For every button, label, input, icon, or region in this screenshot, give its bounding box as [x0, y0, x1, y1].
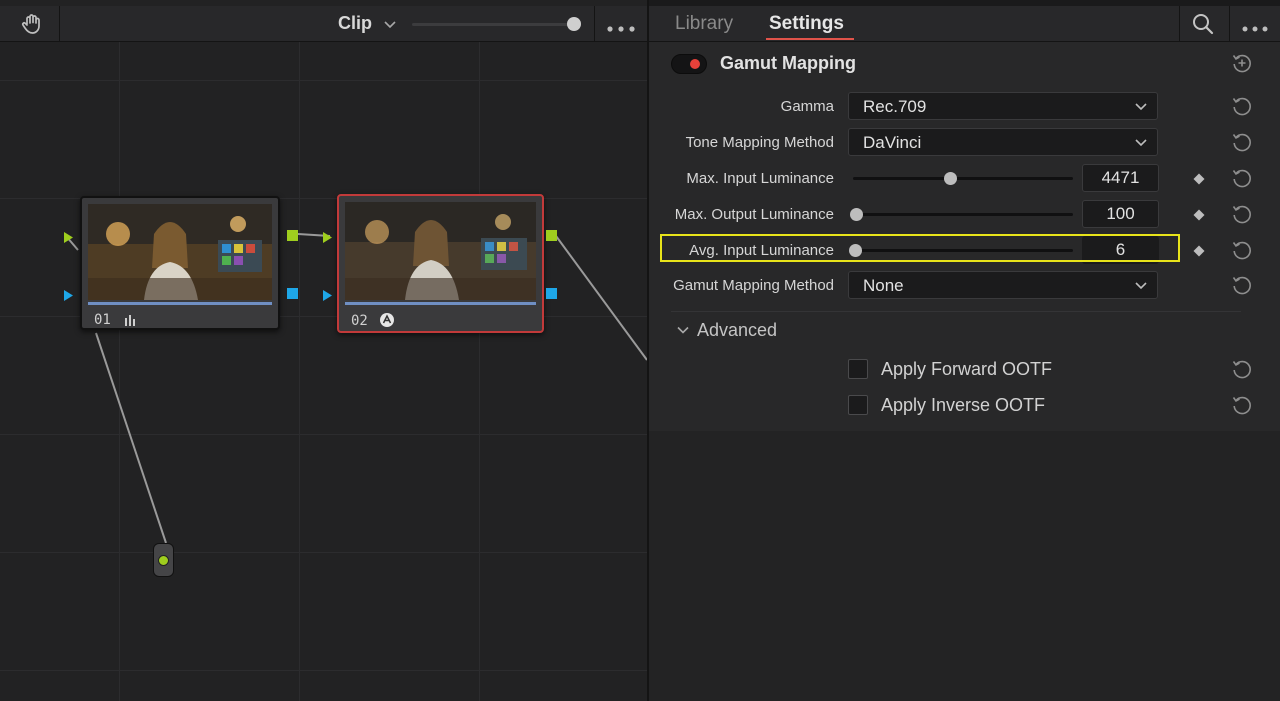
- gamut-mapping-method-value: None: [863, 276, 904, 295]
- reset-icon[interactable]: [1231, 167, 1253, 189]
- reset-icon[interactable]: [1231, 394, 1253, 416]
- tab-library[interactable]: Library: [675, 13, 733, 35]
- gamut-mapping-method-dropdown[interactable]: None: [848, 271, 1158, 299]
- add-keyframe-reset-icon[interactable]: [1231, 52, 1253, 74]
- keyframe-diamond-icon[interactable]: [1193, 244, 1205, 257]
- rgb-input-port[interactable]: [322, 230, 333, 243]
- grid-line: [0, 552, 647, 553]
- apply-forward-ootf-checkbox[interactable]: [848, 359, 868, 379]
- apply-inverse-ootf-checkbox[interactable]: [848, 395, 868, 415]
- toggle-indicator: [690, 59, 700, 69]
- grid-line: [0, 670, 647, 671]
- divider: [671, 311, 1241, 312]
- slider-handle[interactable]: [944, 172, 957, 185]
- toolbar-separator: [594, 6, 595, 42]
- tone-mapping-label: Tone Mapping Method: [685, 134, 834, 151]
- max-output-luminance-field[interactable]: 100: [1082, 200, 1159, 228]
- zoom-slider-track[interactable]: [412, 23, 580, 26]
- empty-inspector-area: [649, 431, 1280, 701]
- hand-tool-icon[interactable]: [20, 11, 46, 37]
- slider-handle[interactable]: [849, 244, 862, 257]
- gamut-mapping-method-label: Gamut Mapping Method: [673, 277, 834, 294]
- node-thumbnail: [345, 202, 536, 300]
- header-separator: [1229, 6, 1230, 42]
- reset-icon[interactable]: [1231, 274, 1253, 296]
- header-separator: [1179, 6, 1180, 42]
- rgb-output-port[interactable]: [287, 228, 298, 241]
- alpha-output-port[interactable]: [546, 286, 557, 299]
- more-options-icon[interactable]: [606, 20, 636, 32]
- gamma-value: Rec.709: [863, 97, 927, 116]
- keyframe-diamond-icon[interactable]: [1193, 172, 1205, 185]
- reset-icon[interactable]: [1231, 358, 1253, 380]
- node-number: 02: [351, 313, 368, 329]
- alpha-input-port[interactable]: [63, 288, 74, 301]
- toolbar-separator: [59, 6, 60, 42]
- alpha-input-port[interactable]: [322, 288, 333, 301]
- grid-line: [299, 42, 300, 701]
- tone-mapping-value: DaVinci: [863, 133, 922, 152]
- gamut-mapping-toggle[interactable]: [671, 54, 707, 74]
- clip-mode-label[interactable]: Clip: [338, 13, 372, 34]
- avg-input-luminance-label: Avg. Input Luminance: [689, 242, 834, 259]
- grid-line: [0, 434, 647, 435]
- tab-settings[interactable]: Settings: [769, 13, 844, 35]
- grid-line: [0, 80, 647, 81]
- grid-line: [479, 42, 480, 701]
- node-connections: [65, 233, 647, 544]
- node-toolbar: Clip: [0, 6, 647, 42]
- reset-icon[interactable]: [1231, 203, 1253, 225]
- active-tab-indicator: [766, 38, 854, 40]
- node-02[interactable]: 02: [337, 194, 544, 333]
- node-progress-bar: [88, 302, 272, 305]
- aces-icon: [379, 312, 395, 328]
- rgb-output-port[interactable]: [546, 228, 557, 241]
- node-editor[interactable]: Clip 01 02: [0, 0, 647, 701]
- more-options-icon[interactable]: [1241, 20, 1269, 32]
- gamma-label: Gamma: [780, 98, 834, 115]
- node-progress-bar: [345, 302, 536, 305]
- chevron-down-icon: [1133, 277, 1149, 293]
- apply-forward-ootf-label[interactable]: Apply Forward OOTF: [881, 359, 1052, 380]
- node-01[interactable]: 01: [80, 196, 280, 330]
- keyframe-diamond-icon[interactable]: [1193, 208, 1205, 221]
- output-port[interactable]: [158, 555, 169, 566]
- apply-inverse-ootf-label[interactable]: Apply Inverse OOTF: [881, 395, 1045, 416]
- max-input-luminance-slider[interactable]: [853, 177, 1073, 180]
- max-input-luminance-field[interactable]: 4471: [1082, 164, 1159, 192]
- zoom-slider-handle[interactable]: [567, 17, 581, 31]
- node-thumbnail: [88, 204, 272, 300]
- max-output-luminance-label: Max. Output Luminance: [674, 206, 834, 223]
- node-number: 01: [94, 312, 111, 328]
- search-icon[interactable]: [1191, 12, 1215, 36]
- settings-inspector: Library Settings Gamut Mapping Gamma Rec…: [647, 0, 1280, 701]
- slider-handle[interactable]: [850, 208, 863, 221]
- alpha-output-port[interactable]: [287, 286, 298, 299]
- chevron-down-icon: [1133, 98, 1149, 114]
- avg-input-luminance-field[interactable]: 6: [1082, 236, 1159, 264]
- reset-icon[interactable]: [1231, 131, 1253, 153]
- grid-line: [119, 42, 120, 701]
- chevron-down-icon[interactable]: [675, 322, 691, 338]
- max-output-luminance-slider[interactable]: [853, 213, 1073, 216]
- inspector-header: Library Settings: [649, 6, 1280, 42]
- advanced-section-toggle[interactable]: Advanced: [697, 320, 777, 341]
- rgb-input-port[interactable]: [63, 230, 74, 243]
- gamma-dropdown[interactable]: Rec.709: [848, 92, 1158, 120]
- reset-icon[interactable]: [1231, 95, 1253, 117]
- reset-icon[interactable]: [1231, 239, 1253, 261]
- avg-input-luminance-slider[interactable]: [853, 249, 1073, 252]
- tone-mapping-dropdown[interactable]: DaVinci: [848, 128, 1158, 156]
- chevron-down-icon[interactable]: [382, 16, 398, 32]
- max-input-luminance-label: Max. Input Luminance: [686, 170, 834, 187]
- chevron-down-icon: [1133, 134, 1149, 150]
- output-node[interactable]: [153, 543, 174, 577]
- section-title: Gamut Mapping: [720, 53, 856, 73]
- bars-icon: [122, 312, 138, 328]
